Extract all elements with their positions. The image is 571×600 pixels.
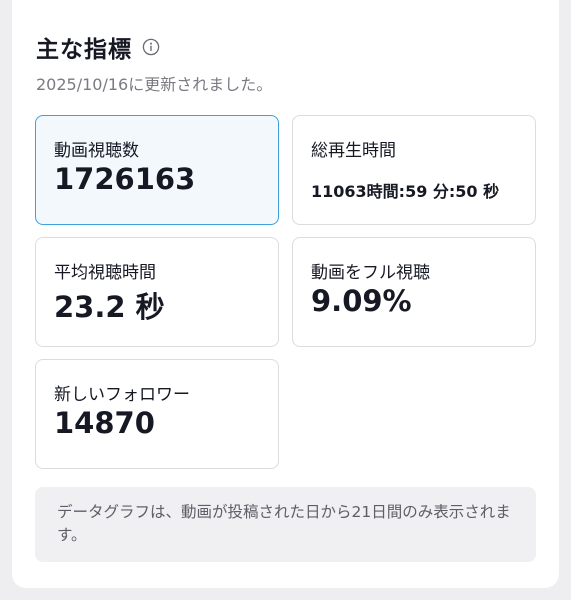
metric-label: 総再生時間: [311, 141, 396, 161]
metric-card-average-watch-time[interactable]: 平均視聴時間 23.2 秒: [35, 237, 279, 347]
metric-card-watched-full-video[interactable]: 動画をフル視聴 9.09%: [292, 237, 536, 347]
key-metrics-panel: 主な指標 2025/10/16に更新されました。 動画視聴数 1726163 総…: [12, 0, 559, 588]
metric-value: 9.09%: [311, 284, 412, 318]
page-title: 主な指標: [36, 37, 132, 63]
data-retention-notice: データグラフは、動画が投稿された日から21日間のみ表示されます。: [35, 487, 536, 562]
metric-value: 11063時間:59 分:50 秒: [311, 182, 500, 201]
metric-card-video-views[interactable]: 動画視聴数 1726163: [35, 115, 279, 225]
metric-value: 1726163: [54, 162, 196, 196]
panel-header: 主な指標 2025/10/16に更新されました。: [36, 30, 539, 95]
metric-card-total-play-time[interactable]: 総再生時間 11063時間:59 分:50 秒: [292, 115, 536, 225]
title-row: 主な指標: [36, 30, 539, 64]
metric-card-new-followers[interactable]: 新しいフォロワー 14870: [35, 359, 279, 469]
metric-value: 14870: [54, 406, 155, 440]
last-updated-text: 2025/10/16に更新されました。: [36, 75, 273, 94]
metric-label: 動画視聴数: [54, 141, 139, 161]
metric-label: 新しいフォロワー: [54, 385, 190, 405]
metric-label: 動画をフル視聴: [311, 263, 430, 283]
info-icon[interactable]: [142, 38, 160, 56]
metric-value: 23.2 秒: [54, 290, 165, 324]
metric-label: 平均視聴時間: [54, 263, 156, 283]
